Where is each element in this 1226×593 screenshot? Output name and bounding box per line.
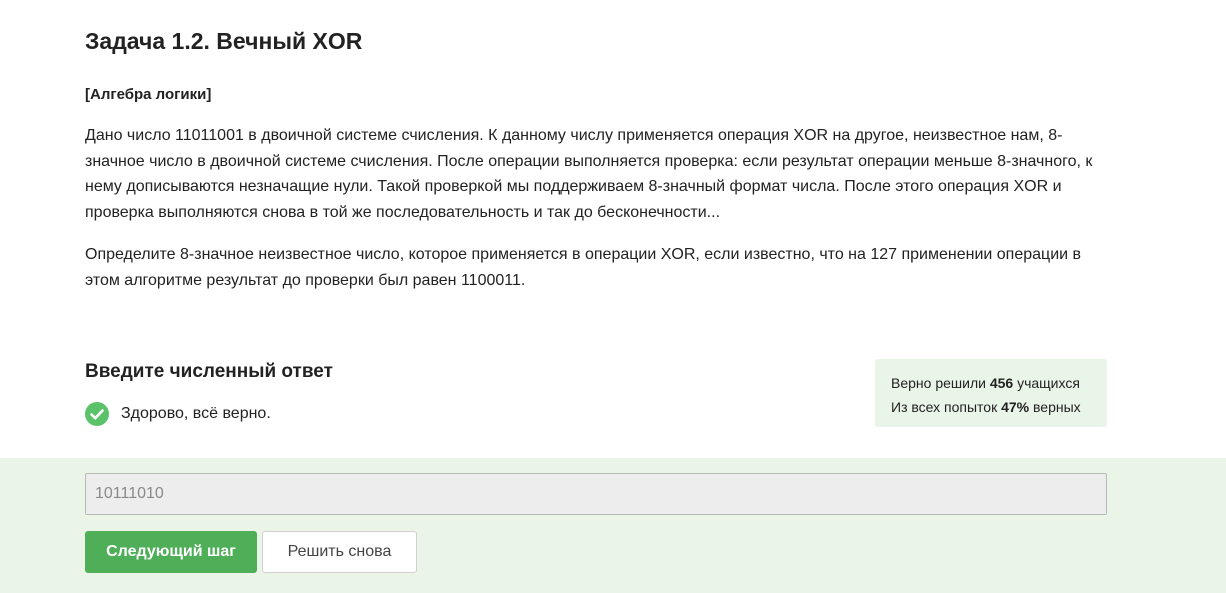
next-step-button[interactable]: Следующий шаг xyxy=(85,531,257,573)
answer-input[interactable]: 10111010 xyxy=(85,473,1107,515)
check-circle-icon xyxy=(85,402,109,426)
task-description: Дано число 11011001 в двоичной системе с… xyxy=(85,127,1093,221)
feedback-text: Здорово, всё верно. xyxy=(121,405,271,422)
answer-heading: Введите численный ответ xyxy=(85,361,333,382)
task-question: Определите 8-значное неизвестное число, … xyxy=(85,246,1082,289)
stats-attempts-suffix: верных xyxy=(1033,399,1081,415)
task-tag: [Алгебра логики] xyxy=(85,86,212,103)
solve-again-button[interactable]: Решить снова xyxy=(262,531,417,573)
task-title: Задача 1.2. Вечный XOR xyxy=(85,28,363,54)
stats-box: Верно решили 456 учащихся Из всех попыто… xyxy=(875,359,1107,427)
stats-solved-prefix: Верно решили xyxy=(891,375,986,391)
stats-attempts-prefix: Из всех попыток xyxy=(891,399,998,415)
step-page: Задача 1.2. Вечный XOR [Алгебра логики] … xyxy=(0,0,1226,593)
stats-attempts-percent: 47% xyxy=(1001,399,1030,415)
correct-feedback: Здорово, всё верно. xyxy=(85,402,271,426)
stats-solved: Верно решили 456 учащихся xyxy=(891,371,1091,395)
stats-solved-count: 456 xyxy=(989,375,1014,391)
stats-attempts: Из всех попыток 47% верных xyxy=(891,395,1091,419)
stats-solved-suffix: учащихся xyxy=(1017,375,1080,391)
